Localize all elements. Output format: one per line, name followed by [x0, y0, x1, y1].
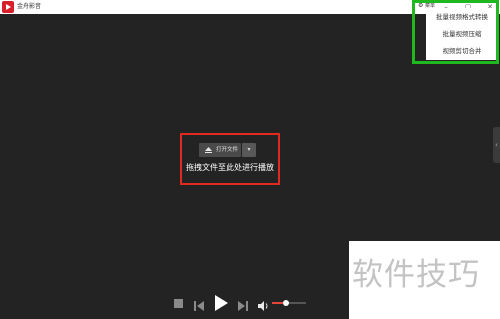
app-title: 金舟影音 [17, 3, 42, 10]
play-icon[interactable] [213, 294, 229, 312]
volume-slider[interactable] [272, 300, 306, 306]
drop-zone-highlight-box [180, 133, 280, 185]
skip-previous-icon[interactable] [194, 297, 204, 311]
app-logo-icon [2, 1, 14, 13]
volume-slider-knob[interactable] [283, 300, 290, 306]
volume-icon[interactable] [258, 297, 270, 311]
watermark-text: 软件技巧 [352, 257, 480, 293]
skip-next-icon[interactable] [238, 297, 248, 311]
chevron-left-icon: ‹ [495, 141, 498, 149]
side-panel-toggle[interactable]: ‹ [493, 127, 500, 163]
stop-icon[interactable] [174, 299, 183, 308]
dropdown-highlight-box [412, 0, 499, 64]
